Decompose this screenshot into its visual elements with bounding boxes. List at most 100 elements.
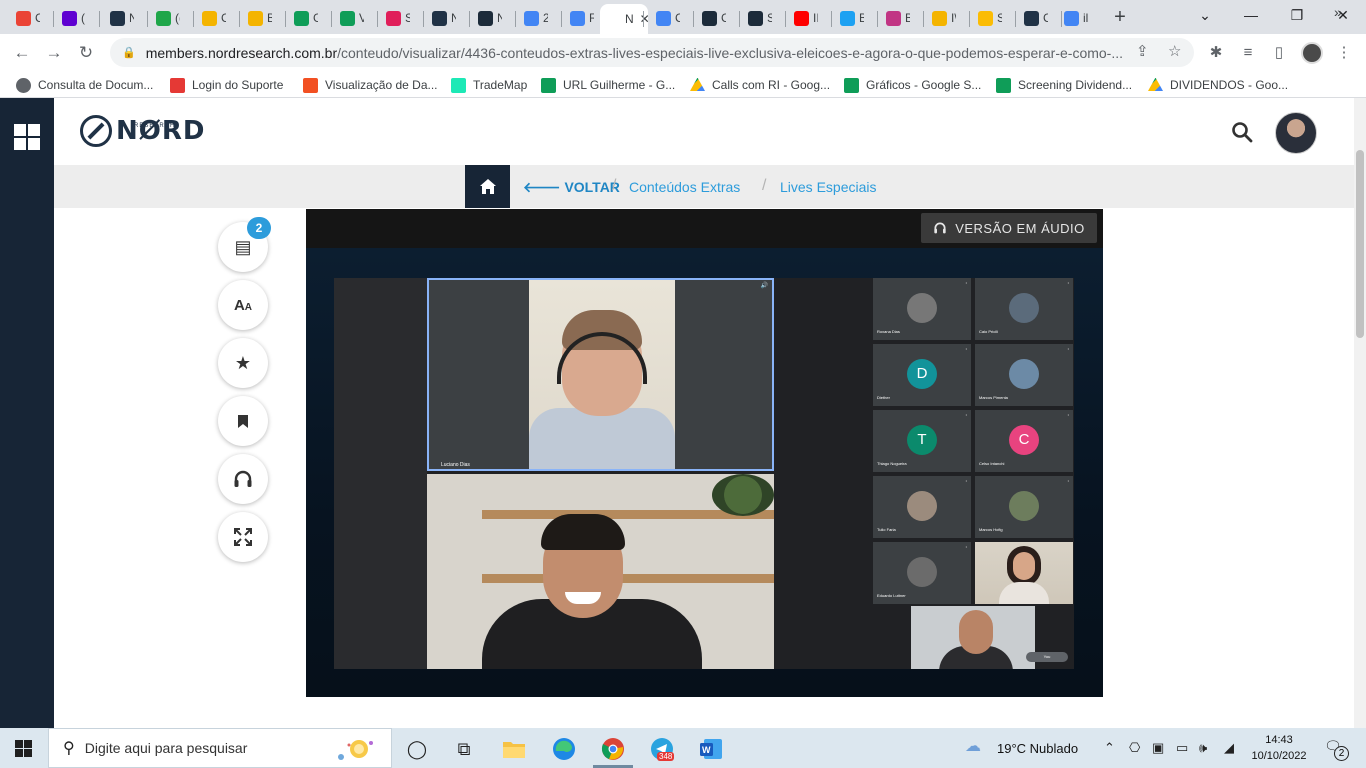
browser-tab[interactable]: C <box>650 5 680 31</box>
browser-tab[interactable]: B <box>834 5 864 31</box>
support-icon <box>170 77 185 93</box>
speaker-name: Luciano Dias <box>441 462 470 468</box>
apps-grid-icon[interactable] <box>14 124 40 150</box>
address-bar[interactable]: 🔒 members.nordresearch.com.br/conteudo/v… <box>110 38 1194 67</box>
bookmark-item[interactable]: Consulta de Docum... <box>16 75 153 95</box>
chrome-icon[interactable] <box>600 736 626 762</box>
home-icon <box>479 179 496 194</box>
volume-icon[interactable]: 🕪 <box>1199 740 1207 756</box>
home-button[interactable] <box>465 165 510 208</box>
number-icon <box>156 10 171 26</box>
participant-tile: T Thiago Nogueira • <box>873 410 971 472</box>
browser-tab[interactable]: N✕ <box>600 4 648 34</box>
more-bookmarks-icon[interactable]: » <box>1334 4 1342 20</box>
battery-icon[interactable]: ▭ <box>1176 740 1188 756</box>
bookmark-item[interactable]: Login do Suporte <box>170 75 283 95</box>
headphones-icon <box>234 470 252 487</box>
menu-icon[interactable]: ⋮ <box>1333 42 1355 64</box>
participant-name: Eduardo Luttner <box>877 593 906 598</box>
browser-tab[interactable]: R <box>564 5 594 31</box>
bookmark-item[interactable]: Screening Dividend... <box>996 75 1132 95</box>
browser-tab[interactable]: N <box>104 5 134 31</box>
audio-button[interactable] <box>218 454 268 504</box>
device-icon[interactable]: ⎔ <box>1129 740 1140 756</box>
wifi-card-icon[interactable]: ▣ <box>1152 740 1164 756</box>
side-panel-icon[interactable]: ▯ <box>1268 42 1290 64</box>
tab-label: I\ <box>951 11 956 25</box>
drive-icon <box>690 77 705 91</box>
file-explorer-icon[interactable] <box>501 736 527 762</box>
back-link[interactable]: 🡐 VOLTAR <box>523 179 620 196</box>
bookmark-item[interactable]: Gráficos - Google S... <box>844 75 981 95</box>
browser-tab[interactable]: N <box>426 5 456 31</box>
browser-tab[interactable]: (( <box>150 5 180 31</box>
mic-icon: • <box>965 280 967 285</box>
restore-icon[interactable]: ❐ <box>1274 4 1320 26</box>
browser-tab[interactable]: S <box>742 5 772 31</box>
minimize-icon[interactable]: — <box>1228 4 1274 26</box>
favorite-button[interactable]: ★ <box>218 338 268 388</box>
bookmark-star-icon[interactable]: ☆ <box>1168 42 1181 60</box>
browser-tab[interactable]: B <box>242 5 272 31</box>
bookmark-button[interactable] <box>218 396 268 446</box>
new-tab-button[interactable]: + <box>1110 6 1130 28</box>
breadcrumb-lives-especiais[interactable]: Lives Especiais <box>780 179 877 195</box>
close-window-icon[interactable]: ✕ <box>1320 4 1366 26</box>
share-icon[interactable]: ⇪ <box>1136 42 1149 60</box>
tab-search-icon[interactable]: ⌄ <box>1182 4 1228 26</box>
bookmark-item[interactable]: Visualização de Da... <box>303 75 438 95</box>
profile-avatar[interactable] <box>1301 42 1323 64</box>
audio-version-button[interactable]: VERSÃO EM ÁUDIO <box>921 213 1097 243</box>
browser-tab[interactable]: V <box>334 5 364 31</box>
font-size-button[interactable]: AA <box>218 280 268 330</box>
search-icon[interactable] <box>1231 121 1253 143</box>
browser-tab[interactable]: S <box>380 5 410 31</box>
fullscreen-button[interactable] <box>218 512 268 562</box>
word-icon[interactable]: W <box>698 736 724 762</box>
participant-avatar: D <box>907 359 937 389</box>
browser-tab[interactable]: N <box>472 5 502 31</box>
browser-tab[interactable]: 2 <box>518 5 548 31</box>
network-icon[interactable]: ◢ <box>1224 740 1234 756</box>
windows-start-icon[interactable] <box>15 740 32 757</box>
chevron-up-icon[interactable]: ⌃ <box>1104 740 1115 756</box>
browser-tab[interactable]: C <box>1018 5 1048 31</box>
breadcrumb-conteudos-extras[interactable]: Conteúdos Extras <box>629 179 740 195</box>
nord-dark-icon <box>748 10 763 26</box>
reload-icon[interactable]: ↻ <box>74 41 98 65</box>
bookmark-item[interactable]: Calls com RI - Goog... <box>690 75 830 95</box>
browser-tab[interactable]: C <box>10 5 40 31</box>
browser-tab[interactable]: S <box>972 5 1002 31</box>
browser-tab[interactable]: ( <box>56 5 86 31</box>
extensions-icon[interactable]: ✱ <box>1205 42 1227 64</box>
user-avatar[interactable] <box>1275 112 1317 154</box>
bookmark-item[interactable]: DIVIDENDOS - Goo... <box>1148 75 1288 95</box>
browser-tab[interactable]: il <box>1058 5 1088 31</box>
scroll-thumb[interactable] <box>1356 150 1364 338</box>
cloud-weather-icon[interactable]: ☁ <box>965 736 981 756</box>
tab-label: N <box>625 12 634 26</box>
bookmark-item[interactable]: TradeMap <box>451 75 527 95</box>
bookmark-item[interactable]: URL Guilherme - G... <box>541 75 675 95</box>
participant-name: Roxana Dias <box>877 329 900 334</box>
nord-logo[interactable]: NØRD <box>80 114 205 148</box>
back-icon[interactable]: ← <box>10 41 34 65</box>
weather-text[interactable]: 19°C Nublado <box>997 741 1078 756</box>
browser-tab[interactable]: C <box>196 5 226 31</box>
tab-separator <box>969 11 970 27</box>
taskbar-search[interactable]: ⚲ Digite aqui para pesquisar <box>48 728 392 768</box>
page-scrollbar[interactable] <box>1354 98 1366 728</box>
task-view-icon[interactable]: ⧉ <box>451 736 477 762</box>
browser-tab[interactable]: G <box>288 5 318 31</box>
edge-icon[interactable] <box>551 736 577 762</box>
browser-tab[interactable]: B <box>880 5 910 31</box>
sheets-icon <box>844 77 859 93</box>
browser-tab[interactable]: C <box>696 5 726 31</box>
media-icon[interactable]: ≡ <box>1237 42 1259 64</box>
browser-tab[interactable]: I\ <box>926 5 956 31</box>
cortana-icon[interactable]: ◯ <box>404 736 430 762</box>
forward-icon[interactable]: → <box>42 41 66 65</box>
system-clock[interactable]: 14:43 10/10/2022 <box>1248 732 1310 764</box>
video-player[interactable]: Luciano Dias 🔊 Roxana Dias • Caio Pricili •… <box>306 248 1103 697</box>
browser-tab[interactable]: II <box>788 5 818 31</box>
